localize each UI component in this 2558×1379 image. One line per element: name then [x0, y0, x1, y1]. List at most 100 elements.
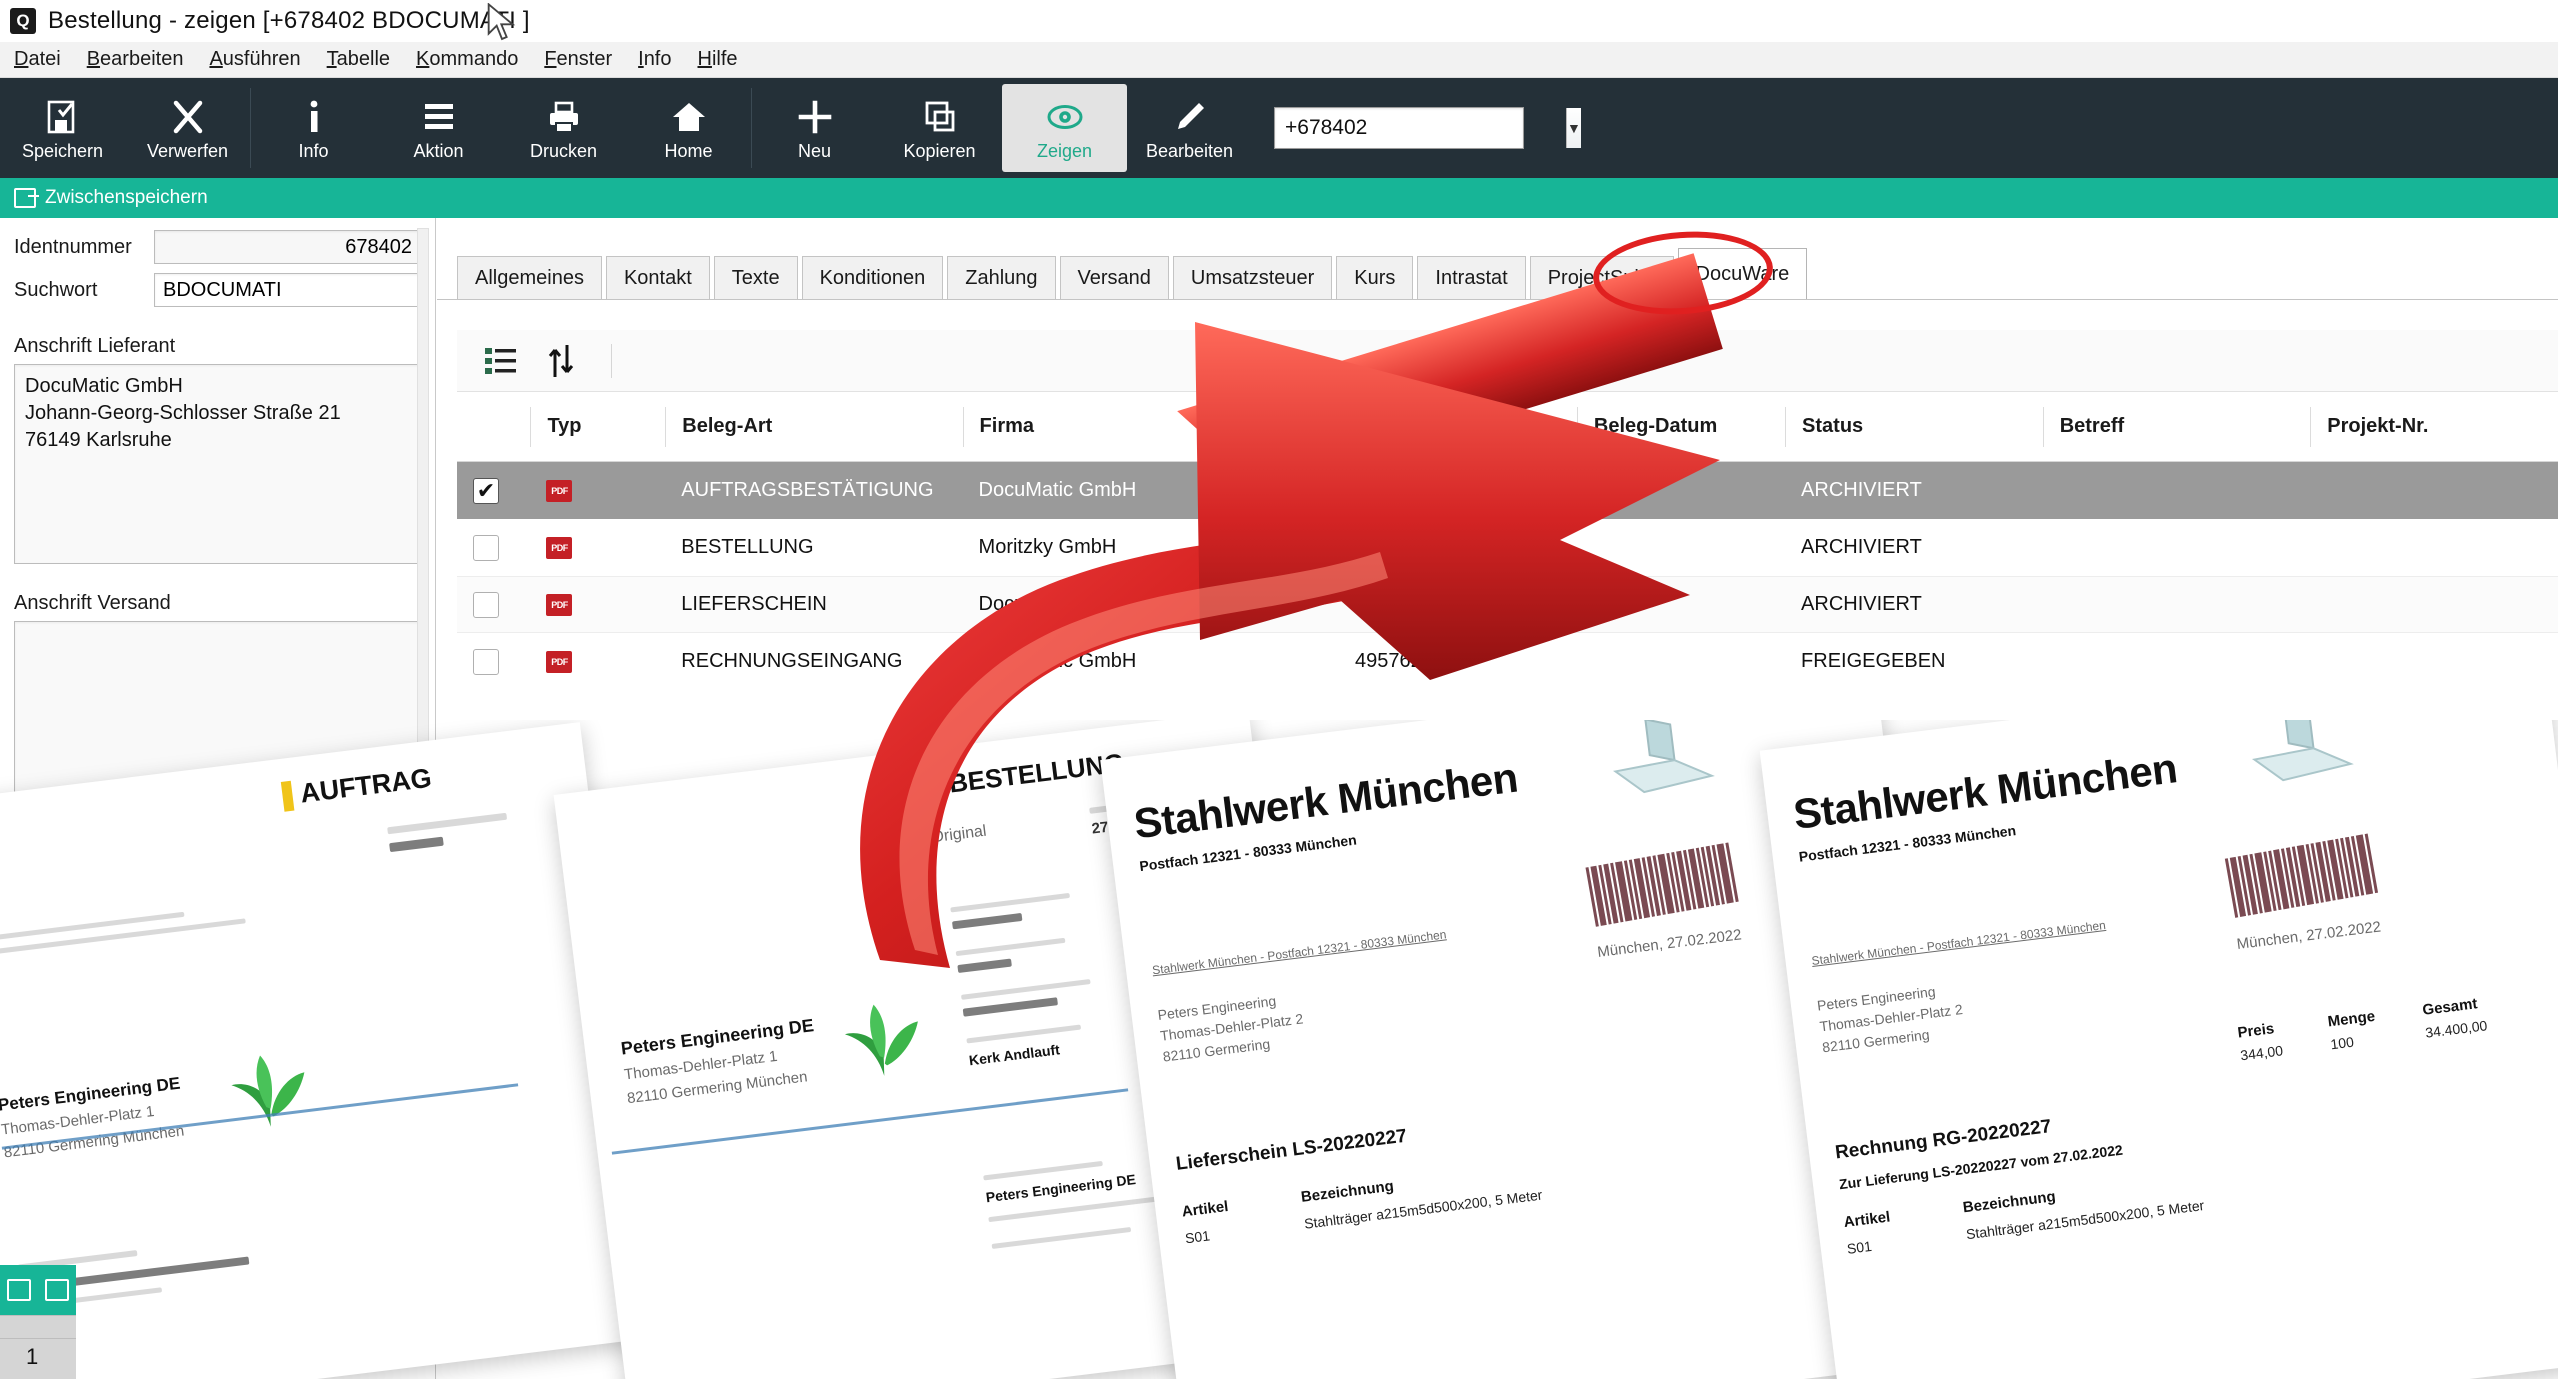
zwischenspeichern-bar[interactable]: Zwischenspeichern	[0, 178, 2558, 218]
save-button-label: Speichern	[21, 141, 104, 161]
column-firma[interactable]: Firma	[962, 406, 1340, 447]
column-beleg-art[interactable]: Beleg-Art	[665, 406, 962, 447]
table-row[interactable]: PDF LIEFERSCHEIN DocuMatic GmbH 495762 A…	[457, 576, 2558, 633]
menu-bar[interactable]: Datei Bearbeiten Ausführen Tabelle Komma…	[0, 42, 2558, 78]
anschrift-lieferant-box[interactable]: DocuMatic GmbH Johann-Georg-Schlosser St…	[14, 364, 421, 564]
menu-item-datei[interactable]: Datei	[14, 48, 61, 71]
column-projekt-nr[interactable]: Projekt-Nr.	[2310, 406, 2558, 447]
home-button[interactable]: Home	[626, 78, 751, 178]
save-button[interactable]: Speichern	[0, 78, 125, 178]
buffer-save-icon	[14, 188, 39, 208]
tab-docuware[interactable]: DocuWare	[1677, 248, 1808, 300]
row-betreff	[2043, 577, 2311, 632]
column-status[interactable]: Status	[1785, 406, 2043, 447]
title-bar: Q Bestellung - zeigen [+678402 BDOCUMATI…	[0, 0, 2558, 42]
anschrift-versand-label: Anschrift Versand	[14, 592, 171, 614]
left-panel-scrollbar[interactable]	[417, 228, 429, 1228]
record-number: 1	[26, 1344, 39, 1369]
record-counter-panel: 1	[0, 1315, 76, 1379]
suchwort-input[interactable]: BDOCUMATI	[154, 273, 421, 307]
row-firma: DocuMatic GmbH	[978, 650, 1137, 672]
menu-item-tabelle[interactable]: Tabelle	[327, 48, 390, 71]
menu-item-fenster[interactable]: Fenster	[544, 48, 612, 71]
tab-umsatzsteuer[interactable]: Umsatzsteuer	[1172, 256, 1333, 300]
row-beleg-art: LIEFERSCHEIN	[681, 593, 827, 615]
discard-x-icon	[171, 96, 205, 138]
eye-icon	[1046, 96, 1084, 138]
menu-item-ausfuehren[interactable]: Ausführen	[209, 48, 300, 71]
table-row[interactable]: PDF AUFTRAGSBESTÄTIGUNG DocuMatic GmbH 4…	[457, 462, 2558, 519]
discard-button-label: Verwerfen	[146, 141, 229, 161]
tab-kontakt[interactable]: Kontakt	[605, 256, 710, 300]
row-nr: 495762	[1355, 479, 1422, 501]
menu-item-hilfe[interactable]: Hilfe	[698, 48, 738, 71]
status-bar-icons[interactable]	[0, 1265, 76, 1315]
row-nr: 495762	[1355, 650, 1422, 672]
tab-zahlung[interactable]: Zahlung	[947, 256, 1056, 300]
column-typ[interactable]: Typ	[530, 406, 665, 447]
row-checkbox-cell[interactable]	[457, 519, 530, 576]
zwischenspeichern-label: Zwischenspeichern	[45, 187, 208, 208]
table-icon[interactable]	[7, 1279, 31, 1301]
identnummer-label: Identnummer	[14, 235, 132, 258]
row-beleg-art: AUFTRAGSBESTÄTIGUNG	[681, 479, 934, 501]
pdf-icon: PDF	[546, 593, 573, 616]
discard-button[interactable]: Verwerfen	[125, 78, 250, 178]
drucken-button[interactable]: Drucken	[501, 78, 626, 178]
pdf-icon: PDF	[546, 479, 573, 502]
aktion-button[interactable]: Aktion	[376, 78, 501, 178]
info-button[interactable]: Info	[251, 78, 376, 178]
neu-button[interactable]: Neu	[752, 78, 877, 178]
row-beleg-art: RECHNUNGSEINGANG	[681, 650, 903, 672]
copy-icon	[923, 96, 957, 138]
row-checkbox-cell[interactable]	[457, 462, 530, 519]
identnummer-input[interactable]: 678402	[154, 230, 421, 264]
checkbox-icon[interactable]	[473, 648, 499, 675]
zeigen-button[interactable]: Zeigen	[1002, 84, 1127, 172]
row-beleg-art: BESTELLUNG	[681, 536, 814, 558]
sort-updown-icon[interactable]	[543, 343, 579, 379]
anschrift-versand-box[interactable]	[14, 621, 421, 821]
list-view-icon[interactable]	[483, 343, 519, 379]
mouse-cursor-icon	[487, 3, 516, 41]
menu-item-kommando[interactable]: Kommando	[416, 48, 518, 71]
row-status: ARCHIVIERT	[1801, 479, 1922, 501]
checkbox-icon[interactable]	[473, 534, 499, 561]
checkbox-icon[interactable]	[473, 591, 499, 618]
row-checkbox-cell[interactable]	[457, 577, 530, 632]
table-row[interactable]: PDF BESTELLUNG Moritzky GmbH 495762 ARCH…	[457, 519, 2558, 576]
record-search: ▼	[1274, 78, 1581, 178]
tab-intrastat[interactable]: Intrastat	[1417, 256, 1526, 300]
search-combobox[interactable]: ▼	[1274, 107, 1581, 149]
column-betreff[interactable]: Betreff	[2042, 406, 2311, 447]
checkbox-checked-icon[interactable]	[473, 477, 499, 504]
menu-item-info[interactable]: Info	[638, 48, 671, 71]
tab-allgemeines[interactable]: Allgemeines	[457, 256, 602, 300]
kopieren-button[interactable]: Kopieren	[877, 78, 1002, 178]
table-row[interactable]: PDF RECHNUNGSEINGANG DocuMatic GmbH 4957…	[457, 633, 2558, 690]
row-status: ARCHIVIERT	[1801, 593, 1922, 615]
main-toolbar: Speichern Verwerfen Info Aktion Drucken …	[0, 78, 2558, 178]
chevron-down-icon[interactable]: ▼	[1566, 108, 1581, 148]
tab-texte[interactable]: Texte	[713, 256, 798, 300]
bearbeiten-button[interactable]: Bearbeiten	[1127, 78, 1252, 178]
menu-item-bearbeiten[interactable]: Bearbeiten	[87, 48, 184, 71]
tab-projectsuite[interactable]: ProjectSuite	[1529, 256, 1674, 300]
grid-icon[interactable]	[45, 1279, 69, 1301]
column-nr[interactable]: ...-Nr.	[1339, 406, 1577, 447]
row-typ-cell: PDF	[530, 519, 665, 576]
row-typ-cell: PDF	[530, 577, 665, 632]
column-beleg-datum[interactable]: Beleg-Datum	[1576, 406, 1785, 447]
row-beleg-datum	[1577, 519, 1785, 576]
tab-versand[interactable]: Versand	[1059, 256, 1169, 300]
tab-konditionen[interactable]: Konditionen	[801, 256, 944, 300]
row-projekt-nr	[2310, 633, 2558, 690]
documents-table: Typ Beleg-Art Firma ...-Nr. Beleg-Datum …	[457, 392, 2558, 690]
search-input[interactable]	[1275, 116, 1566, 140]
tab-kurs[interactable]: Kurs	[1336, 256, 1414, 300]
row-projekt-nr	[2310, 519, 2558, 576]
toolbar-group-actions: Info Aktion Drucken Home	[251, 78, 751, 178]
row-checkbox-cell[interactable]	[457, 633, 530, 690]
aktion-button-label: Aktion	[413, 141, 464, 161]
pdf-icon: PDF	[546, 650, 573, 673]
